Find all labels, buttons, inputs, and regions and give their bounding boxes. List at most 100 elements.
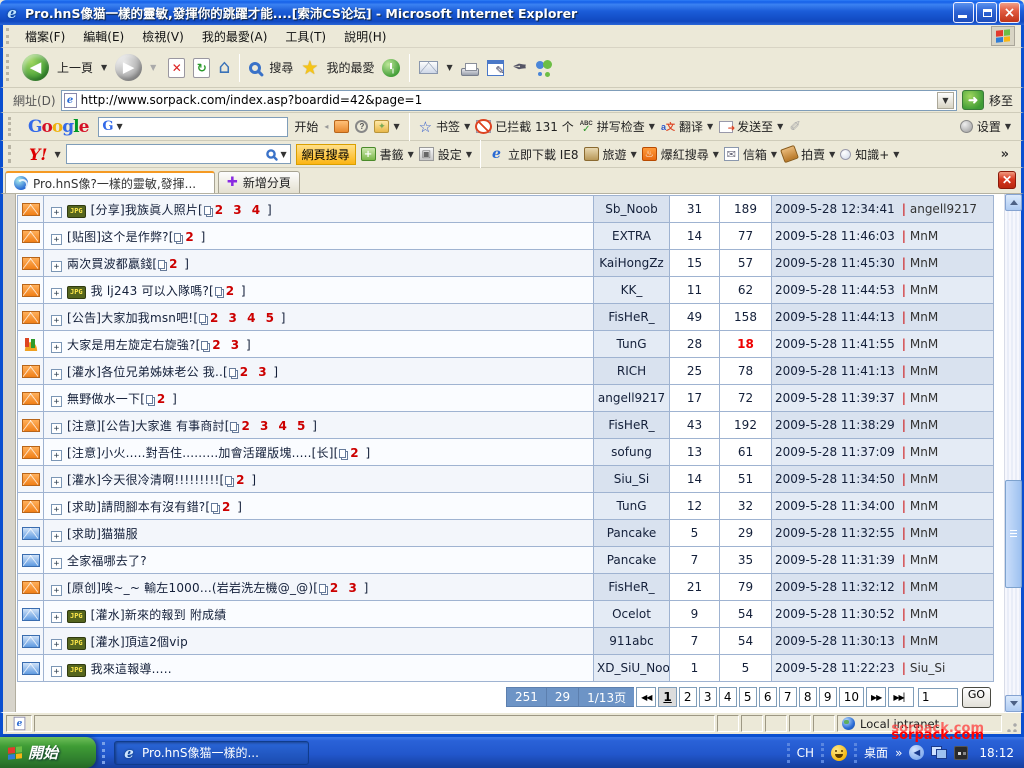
scrollbar-thumb[interactable] xyxy=(1005,480,1022,588)
search-button[interactable]: 搜尋 xyxy=(269,59,293,76)
yahoo-ie8-button[interactable]: e 立即下載 IE8 xyxy=(489,146,579,163)
thread-title-link[interactable]: 我來這報導..... xyxy=(91,662,172,676)
toolbar-overflow-chevron[interactable]: » xyxy=(1001,147,1019,162)
thread-pages[interactable]: [2 3 ] xyxy=(223,365,278,379)
last-poster-link[interactable]: MnM xyxy=(910,310,938,324)
thread-title-link[interactable]: [分享]我族眞人照片 xyxy=(91,203,198,217)
thread-title-link[interactable]: [灌水]新來的報到 附成績 xyxy=(91,608,227,622)
google-start-button[interactable]: 开始 xyxy=(294,118,318,135)
thread-pages[interactable]: [2 ] xyxy=(219,473,256,487)
address-dropdown[interactable]: ▼ xyxy=(937,92,954,109)
thread-author[interactable]: Pancake xyxy=(594,547,670,574)
thread-author[interactable]: Pancake xyxy=(594,520,670,547)
thread-pages[interactable]: [2 3 ] xyxy=(313,581,368,595)
discuss-icon[interactable]: ✒ xyxy=(512,57,527,78)
thread-author[interactable]: angell9217 xyxy=(594,385,670,412)
expand-icon[interactable] xyxy=(51,558,62,569)
restore-button[interactable] xyxy=(976,2,997,23)
expand-icon[interactable] xyxy=(51,585,62,596)
thread-pages[interactable]: [2 ] xyxy=(140,392,177,406)
history-icon[interactable] xyxy=(382,59,400,77)
expand-icon[interactable] xyxy=(51,477,62,488)
smiley-tray-icon[interactable] xyxy=(831,745,847,761)
thread-author[interactable]: Ocelot xyxy=(594,601,670,628)
taskbar-grip[interactable] xyxy=(102,742,106,764)
thread-title-link[interactable]: [求助]請問腳本有沒有錯? xyxy=(67,500,205,514)
last-poster-link[interactable]: MnM xyxy=(910,418,938,432)
last-poster-link[interactable]: MnM xyxy=(910,229,938,243)
google-bookmarks-button[interactable]: ☆ 书签▼ xyxy=(419,118,471,136)
menu-favorites[interactable]: 我的最愛(A) xyxy=(193,25,277,48)
toolbar-grip[interactable] xyxy=(6,28,13,43)
thread-author[interactable]: 911abc xyxy=(594,628,670,655)
yahoo-knowledge-button[interactable]: 知識+▼ xyxy=(840,146,899,163)
last-poster-link[interactable]: MnM xyxy=(910,499,938,513)
print-icon[interactable] xyxy=(461,68,479,76)
thread-title-link[interactable]: [贴图]这个是作弊? xyxy=(67,230,169,244)
edit-icon[interactable] xyxy=(487,60,504,76)
yahoo-logo-dropdown[interactable]: ▼ xyxy=(54,150,60,159)
thread-title-link[interactable]: [公告]大家加我msn吧! xyxy=(67,311,193,325)
last-poster-link[interactable]: MnM xyxy=(910,256,938,270)
first-page-button[interactable]: ◀◀ xyxy=(636,687,656,707)
google-gadgets-button[interactable]: ✦▼ xyxy=(374,120,399,133)
thread-pages[interactable]: [2 ] xyxy=(169,230,206,244)
expand-icon[interactable] xyxy=(51,450,62,461)
expand-icon[interactable] xyxy=(51,234,62,245)
close-button[interactable]: × xyxy=(999,2,1020,23)
page-number-1[interactable]: 1 xyxy=(658,687,676,707)
expand-icon[interactable] xyxy=(51,504,62,515)
thread-author[interactable]: TunG xyxy=(594,493,670,520)
expand-icon[interactable] xyxy=(51,423,62,434)
resize-grip[interactable] xyxy=(1004,715,1018,732)
highlighter-icon[interactable]: ✐ xyxy=(789,119,801,135)
page-number-5[interactable]: 5 xyxy=(739,687,757,707)
last-poster-link[interactable]: MnM xyxy=(910,337,938,351)
last-poster-link[interactable]: MnM xyxy=(910,472,938,486)
toolbar-grip[interactable] xyxy=(8,117,15,136)
last-poster-link[interactable]: MnM xyxy=(910,283,938,297)
thread-title-link[interactable]: 無野做水一下 xyxy=(67,392,140,406)
mail-icon[interactable] xyxy=(419,61,438,74)
expand-icon[interactable] xyxy=(51,288,62,299)
thread-pages[interactable]: [2 ] xyxy=(152,257,189,271)
page-number-6[interactable]: 6 xyxy=(759,687,777,707)
page-number-3[interactable]: 3 xyxy=(699,687,717,707)
page-number-2[interactable]: 2 xyxy=(679,687,697,707)
new-tab-button[interactable]: ✚ 新增分頁 xyxy=(218,171,300,193)
forward-icon[interactable]: ▶ xyxy=(115,54,142,81)
thread-author[interactable]: KaiHongZz xyxy=(594,250,670,277)
yahoo-settings-button[interactable]: ▣ 設定▼ xyxy=(419,146,472,163)
yahoo-hotsearch-button[interactable]: ♨ 爆紅搜尋▼ xyxy=(642,146,719,163)
scroll-up-button[interactable] xyxy=(1005,194,1022,211)
vertical-scrollbar[interactable] xyxy=(1004,194,1021,712)
google-popup-blocker[interactable]: 已拦截 131 个 xyxy=(476,118,574,135)
page-go-button[interactable]: GO xyxy=(962,687,991,708)
menu-help[interactable]: 說明(H) xyxy=(335,25,395,48)
thread-pages[interactable]: [2 ] xyxy=(209,284,246,298)
google-news-icon[interactable] xyxy=(334,120,349,133)
yahoo-auction-button[interactable]: 拍賣▼ xyxy=(782,146,835,163)
last-poster-link[interactable]: MnM xyxy=(910,391,938,405)
thread-title-link[interactable]: [灌水]今天很冷清啊!!!!!!!!! xyxy=(67,473,219,487)
page-number-9[interactable]: 9 xyxy=(819,687,837,707)
google-pageinfo-icon[interactable]: ? xyxy=(355,120,368,133)
page-number-10[interactable]: 10 xyxy=(839,687,864,707)
thread-title-link[interactable]: [注意][公告]大家進 有事商討 xyxy=(67,419,225,433)
last-poster-link[interactable]: MnM xyxy=(910,526,938,540)
thread-author[interactable]: TunG xyxy=(594,331,670,358)
thread-title-link[interactable]: [灌水]各位兄弟姊妹老公 我.. xyxy=(67,365,223,379)
search-icon[interactable] xyxy=(249,62,261,74)
tab-active[interactable]: Pro.hnS像?一樣的靈敏,發揮... xyxy=(5,171,215,193)
expand-icon[interactable] xyxy=(51,342,62,353)
page-number-8[interactable]: 8 xyxy=(799,687,817,707)
thread-title-link[interactable]: [注意]小火.....對吾住.........加會活躍版塊.....[长] xyxy=(67,446,334,460)
google-translate-button[interactable]: a文 翻译▼ xyxy=(661,118,713,135)
home-icon[interactable]: ⌂ xyxy=(218,58,230,77)
language-indicator[interactable]: CH xyxy=(797,746,814,760)
thread-author[interactable]: FisHeR_ xyxy=(594,574,670,601)
page-jump-input[interactable] xyxy=(918,688,958,707)
next-pages-button[interactable]: ▶▶ xyxy=(866,687,886,707)
yahoo-search-dropdown[interactable]: ▼ xyxy=(280,150,286,159)
favorites-button[interactable]: 我的最愛 xyxy=(326,59,374,76)
